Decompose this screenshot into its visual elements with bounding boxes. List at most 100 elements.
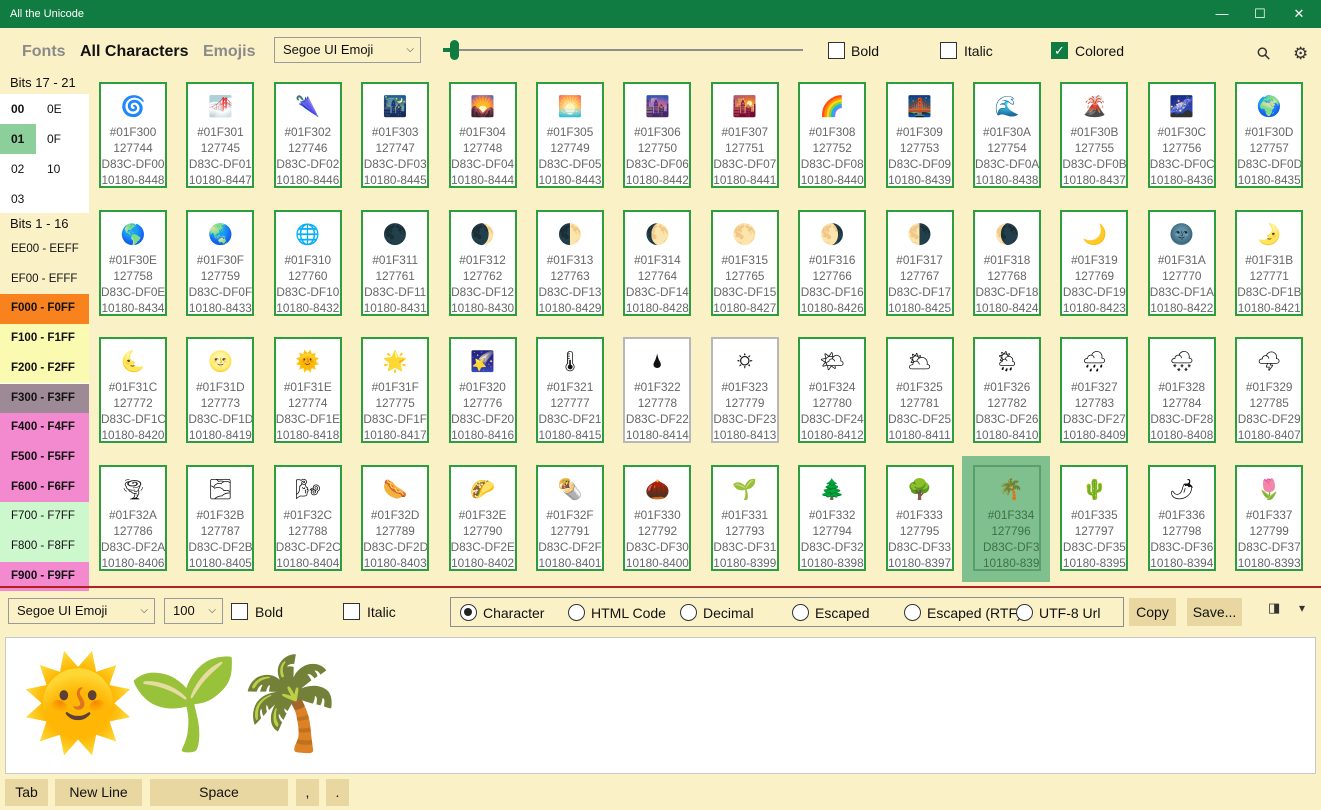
character-cell[interactable]: 🌁 #01F301 127745 D83C-DF01 10180-8447	[186, 82, 255, 188]
character-cell[interactable]: 🌑 #01F311 127761 D83C-DF11 10180-8431	[361, 209, 430, 316]
tab-key-button[interactable]: Tab	[5, 779, 48, 806]
character-cell[interactable]: 🌢 #01F322 127778 D83C-DF22 10180-8414	[623, 337, 692, 443]
close-button[interactable]: ✕	[1276, 0, 1321, 28]
character-cell[interactable]: 🌝 #01F31D 127773 D83C-DF1D 10180-8419	[186, 337, 255, 443]
preview-italic-checkbox[interactable]	[343, 603, 360, 620]
character-cell[interactable]: 🌗 #01F317 127767 D83C-DF17 10180-8425	[885, 209, 954, 316]
save-button[interactable]: Save...	[1187, 598, 1242, 626]
tab-fonts[interactable]: Fonts	[22, 43, 66, 61]
character-cell[interactable]: 🌄 #01F304 127748 D83C-DF04 10180-8444	[448, 82, 517, 188]
panel-toggle-icon[interactable]: ◨	[1268, 600, 1280, 616]
character-cell[interactable]: 🌛 #01F31B 127771 D83C-DF1B 10180-8421	[1235, 209, 1304, 316]
character-cell[interactable]: 🌏 #01F30F 127759 D83C-DF0F 10180-8433	[186, 209, 255, 316]
character-cell[interactable]: 🌒 #01F312 127762 D83C-DF12 10180-8430	[448, 209, 517, 316]
character-cell[interactable]: 🌵 #01F335 127797 D83C-DF35 10180-8395	[1060, 464, 1129, 571]
character-cell[interactable]: 🌋 #01F30B 127755 D83C-DF0B 10180-8437	[1060, 82, 1129, 188]
character-cell[interactable]: 🌣 #01F323 127779 D83C-DF23 10180-8413	[710, 337, 779, 443]
character-cell[interactable]: 🌶 #01F336 127798 D83C-DF36 10180-8394	[1147, 464, 1216, 571]
bits-high-item[interactable]: 0E	[36, 94, 89, 124]
character-cell[interactable]: 🌤 #01F324 127780 D83C-DF24 10180-8412	[798, 337, 867, 443]
preview-area[interactable]: 🌞🌱🌴	[5, 637, 1316, 774]
new-line-key-button[interactable]: New Line	[55, 779, 142, 806]
bits-high-item[interactable]: 0F	[36, 124, 89, 154]
character-cell[interactable]: 🌴 #01F334 127796 D83C-DF34 10180-8396	[973, 464, 1041, 571]
character-cell[interactable]: 🌡 #01F321 127777 D83C-DF21 10180-8415	[536, 337, 604, 443]
mode-radio[interactable]	[904, 604, 921, 621]
character-cell[interactable]: 🌔 #01F314 127764 D83C-DF14 10180-8428	[623, 209, 692, 316]
bits-high-item[interactable]: 02	[0, 154, 36, 184]
character-cell[interactable]: 🌩 #01F329 127785 D83C-DF29 10180-8407	[1235, 337, 1304, 443]
range-item[interactable]: F200 - F2FF	[0, 353, 89, 384]
character-cell[interactable]: 🌈 #01F308 127752 D83C-DF08 10180-8440	[798, 82, 867, 188]
character-cell[interactable]: 🌟 #01F31F 127775 D83C-DF1F 10180-8417	[361, 337, 430, 443]
bits-high-item[interactable]: 10	[36, 154, 89, 184]
range-item[interactable]: EE00 - EEFF	[0, 235, 89, 265]
preview-bold-checkbox[interactable]	[231, 603, 248, 620]
character-cell[interactable]: 🌃 #01F303 127747 D83C-DF03 10180-8445	[361, 82, 430, 188]
size-slider[interactable]	[443, 49, 803, 51]
range-item[interactable]: EF00 - EFFF	[0, 264, 89, 295]
character-cell[interactable]: 🌦 #01F326 127782 D83C-DF26 10180-8410	[973, 337, 1041, 443]
character-cell[interactable]: 🌎 #01F30E 127758 D83C-DF0E 10180-8434	[99, 209, 167, 316]
character-cell[interactable]: 🌌 #01F30C 127756 D83C-DF0C 10180-8436	[1147, 82, 1216, 188]
bits-high-item[interactable]: 00	[0, 94, 36, 124]
character-cell[interactable]: 🌮 #01F32E 127790 D83C-DF2E 10180-8402	[448, 464, 517, 571]
character-cell[interactable]: 🌀 #01F300 127744 D83C-DF00 10180-8448	[99, 82, 167, 188]
period-key-button[interactable]: .	[326, 779, 349, 806]
character-cell[interactable]: 🌓 #01F313 127763 D83C-DF13 10180-8429	[536, 209, 604, 316]
character-cell[interactable]: 🌞 #01F31E 127774 D83C-DF1E 10180-8418	[273, 337, 342, 443]
range-item[interactable]: F700 - F7FF	[0, 502, 89, 532]
character-cell[interactable]: 🌚 #01F31A 127770 D83C-DF1A 10180-8422	[1147, 209, 1216, 316]
range-item[interactable]: F800 - F8FF	[0, 532, 89, 562]
colored-checkbox[interactable]: ✓	[1051, 42, 1068, 59]
character-cell[interactable]: 🌍 #01F30D 127757 D83C-DF0D 10180-8435	[1235, 82, 1304, 188]
character-cell[interactable]: 🌙 #01F319 127769 D83C-DF19 10180-8423	[1060, 209, 1129, 316]
character-cell[interactable]: 🌷 #01F337 127799 D83C-DF37 10180-8393	[1235, 464, 1304, 571]
mode-radio[interactable]	[460, 604, 477, 621]
character-cell[interactable]: 🌫 #01F32B 127787 D83C-DF2B 10180-8405	[186, 464, 255, 571]
character-cell[interactable]: 🌅 #01F305 127749 D83C-DF05 10180-8443	[536, 82, 604, 188]
more-options-icon[interactable]: ▾	[1299, 601, 1305, 615]
character-cell[interactable]: 🌨 #01F328 127784 D83C-DF28 10180-8408	[1147, 337, 1216, 443]
bits-high-item[interactable]: 03	[0, 184, 36, 214]
character-cell[interactable]: 🌧 #01F327 127783 D83C-DF27 10180-8409	[1060, 337, 1129, 443]
range-item[interactable]: F300 - F3FF	[0, 383, 89, 414]
character-cell[interactable]: 🌬 #01F32C 127788 D83C-DF2C 10180-8404	[273, 464, 342, 571]
character-cell[interactable]: 🌱 #01F331 127793 D83C-DF31 10180-8399	[710, 464, 779, 571]
character-cell[interactable]: 🌂 #01F302 127746 D83C-DF02 10180-8446	[273, 82, 342, 188]
mode-radio[interactable]	[1016, 604, 1033, 621]
font-select[interactable]: Segoe UI Emoji ⌵	[274, 37, 421, 63]
character-cell[interactable]: 🌲 #01F332 127794 D83C-DF32 10180-8398	[798, 464, 867, 571]
character-cell[interactable]: 🌜 #01F31C 127772 D83C-DF1C 10180-8420	[99, 337, 167, 443]
character-cell[interactable]: 🌰 #01F330 127792 D83C-DF30 10180-8400	[623, 464, 692, 571]
character-cell[interactable]: 🌯 #01F32F 127791 D83C-DF2F 10180-8401	[536, 464, 604, 571]
comma-key-button[interactable]: ,	[296, 779, 319, 806]
bits-high-item[interactable]: 01	[0, 124, 36, 154]
mode-radio[interactable]	[568, 604, 585, 621]
character-cell[interactable]: 🌳 #01F333 127795 D83C-DF33 10180-8397	[885, 464, 954, 571]
mode-radio[interactable]	[680, 604, 697, 621]
bold-checkbox[interactable]	[828, 42, 845, 59]
tab-emojis[interactable]: Emojis	[203, 43, 255, 61]
character-cell[interactable]: 🌥 #01F325 127781 D83C-DF25 10180-8411	[885, 337, 954, 443]
preview-size-select[interactable]: 100 ⌵	[164, 598, 223, 624]
space-key-button[interactable]: Space	[150, 779, 288, 806]
character-cell[interactable]: 🌖 #01F316 127766 D83C-DF16 10180-8426	[798, 209, 867, 316]
character-cell[interactable]: 🌇 #01F307 127751 D83C-DF07 10180-8441	[710, 82, 779, 188]
range-item[interactable]: F400 - F4FF	[0, 413, 89, 443]
range-item[interactable]: F500 - F5FF	[0, 442, 89, 473]
gear-icon[interactable]: ⚙	[1293, 44, 1308, 64]
character-cell[interactable]: 🌐 #01F310 127760 D83C-DF10 10180-8432	[273, 209, 342, 316]
character-cell[interactable]: 🌉 #01F309 127753 D83C-DF09 10180-8439	[885, 82, 954, 188]
character-cell[interactable]: 🌕 #01F315 127765 D83C-DF15 10180-8427	[710, 209, 779, 316]
character-cell[interactable]: 🌭 #01F32D 127789 D83C-DF2D 10180-8403	[361, 464, 430, 571]
size-slider-thumb[interactable]	[449, 40, 459, 60]
range-item[interactable]: F000 - F0FF	[0, 294, 89, 325]
character-cell[interactable]: 🌊 #01F30A 127754 D83C-DF0A 10180-8438	[973, 82, 1041, 188]
character-cell[interactable]: 🌆 #01F306 127750 D83C-DF06 10180-8442	[623, 82, 692, 188]
character-cell[interactable]: 🌪 #01F32A 127786 D83C-DF2A 10180-8406	[99, 464, 167, 571]
italic-checkbox[interactable]	[940, 42, 957, 59]
preview-font-select[interactable]: Segoe UI Emoji ⌵	[8, 598, 155, 624]
mode-radio[interactable]	[792, 604, 809, 621]
range-item[interactable]: F600 - F6FF	[0, 472, 89, 503]
